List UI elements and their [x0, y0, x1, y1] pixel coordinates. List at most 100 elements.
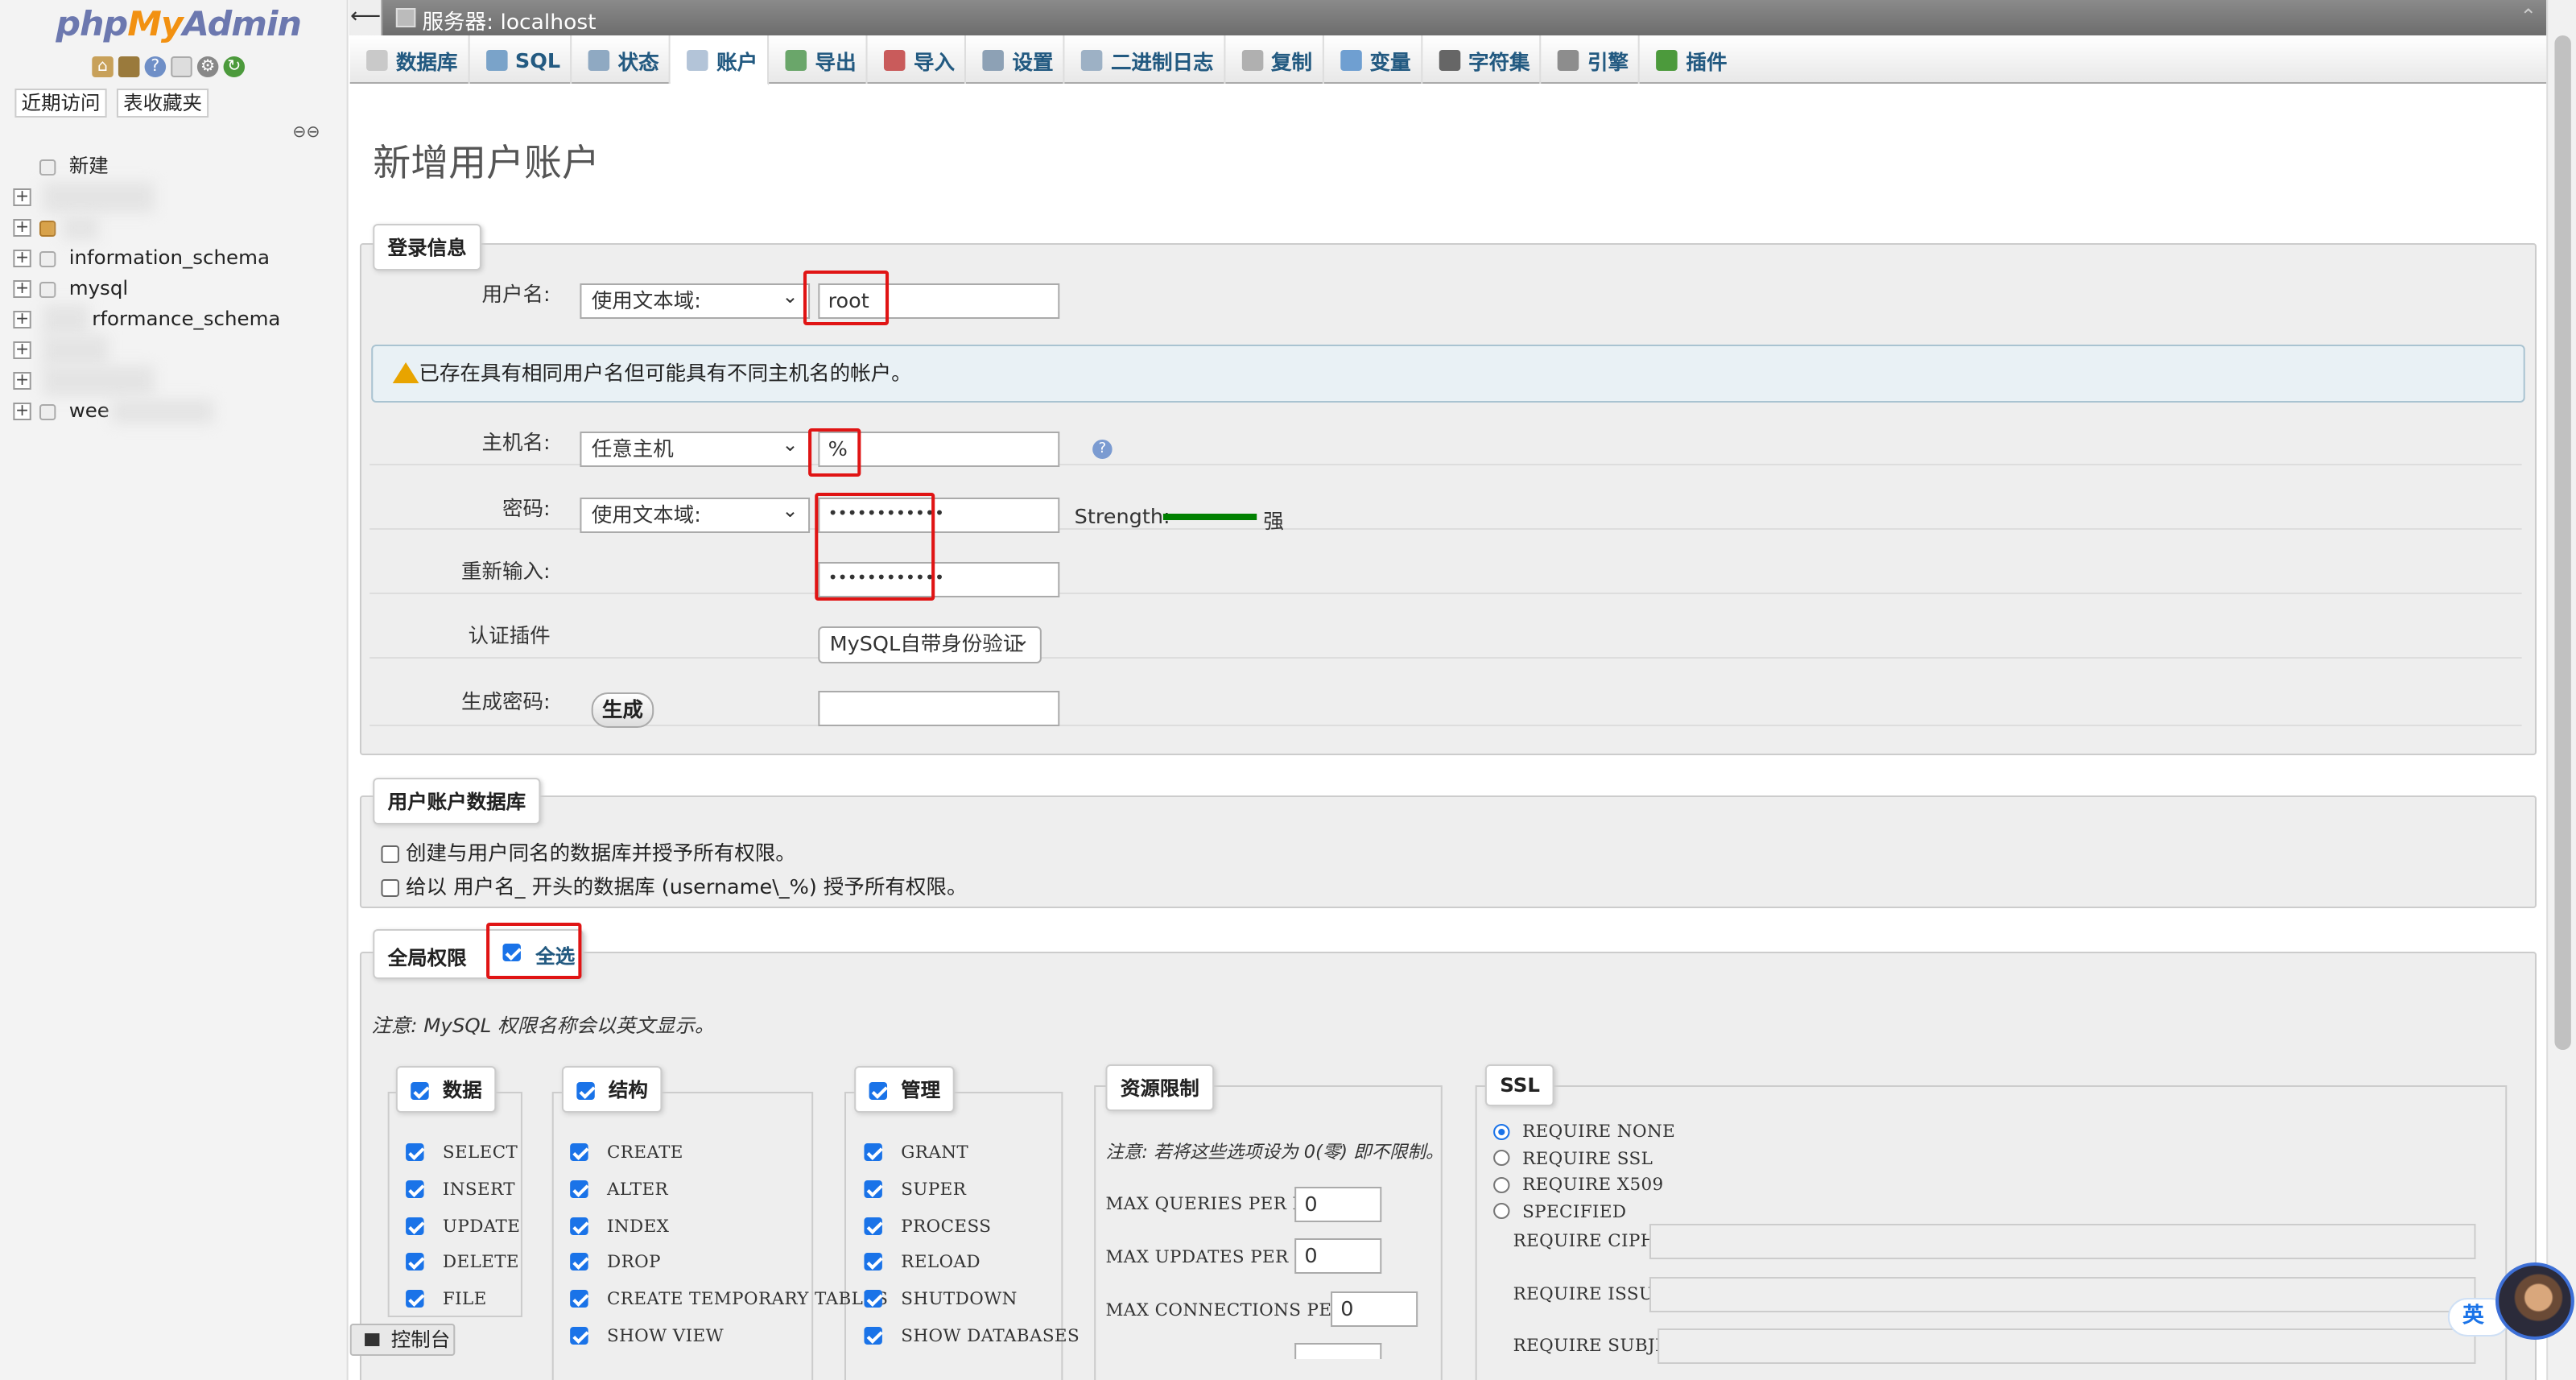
max-user-connections-input[interactable]	[1294, 1343, 1382, 1359]
settings-icon[interactable]: ⚙	[196, 56, 219, 77]
help-icon[interactable]: ?	[144, 56, 167, 77]
tab-replication[interactable]: 复制	[1225, 35, 1324, 84]
privilege-checkbox[interactable]	[570, 1180, 588, 1198]
admin-checkbox[interactable]	[869, 1082, 888, 1100]
privilege-create-temporary-tables[interactable]: CREATE TEMPORARY TABLES	[570, 1282, 888, 1319]
expand-icon[interactable]: +	[13, 219, 31, 237]
tab-databases[interactable]: 数据库	[350, 35, 469, 84]
expand-icon[interactable]: +	[13, 372, 31, 390]
ssl-require-none[interactable]: REQUIRE NONE	[1493, 1119, 1675, 1146]
generated-password-input[interactable]	[818, 691, 1060, 726]
tab-binlog[interactable]: 二进制日志	[1065, 35, 1225, 84]
tree-db-row[interactable]: + information_schema	[13, 243, 341, 274]
reload-icon[interactable]: ↻	[223, 56, 246, 77]
privilege-checkbox[interactable]	[570, 1143, 588, 1161]
privilege-checkbox[interactable]	[406, 1180, 424, 1198]
privilege-process[interactable]: PROCESS	[864, 1209, 1080, 1246]
tree-db-row[interactable]: +	[13, 366, 341, 396]
max-connections-input[interactable]: 0	[1331, 1291, 1418, 1327]
tab-import[interactable]: 导入	[868, 35, 967, 84]
server-name[interactable]: 服务器: localhost	[422, 5, 596, 35]
privilege-update[interactable]: UPDATE	[406, 1209, 520, 1246]
wildcard-db-checkbox[interactable]	[381, 879, 399, 897]
privilege-checkbox[interactable]	[406, 1143, 424, 1161]
ssl-radio[interactable]	[1493, 1203, 1510, 1219]
require-issuer-input[interactable]	[1649, 1277, 2476, 1312]
page-scrollbar[interactable]	[2546, 0, 2576, 1380]
recent-tab[interactable]: 近期访问	[14, 89, 107, 118]
collapse-icon[interactable]: ⌃	[2520, 5, 2537, 27]
wildcard-db-option[interactable]: 给以 用户名_ 开头的数据库 (username\_%) 授予所有权限。	[381, 870, 967, 900]
privilege-delete[interactable]: DELETE	[406, 1246, 520, 1283]
privilege-checkbox[interactable]	[864, 1143, 882, 1161]
privilege-create[interactable]: CREATE	[570, 1135, 888, 1172]
ssl-radio[interactable]	[1493, 1176, 1510, 1192]
max-updates-input[interactable]: 0	[1294, 1238, 1382, 1274]
privilege-checkbox[interactable]	[570, 1326, 588, 1345]
expand-icon[interactable]: +	[13, 188, 31, 206]
database-icon[interactable]	[118, 56, 140, 77]
ssl-radio[interactable]	[1493, 1150, 1510, 1166]
privilege-index[interactable]: INDEX	[570, 1209, 888, 1246]
home-icon[interactable]: ⌂	[92, 56, 114, 77]
require-subject-input[interactable]	[1657, 1328, 2476, 1364]
ssl-specified[interactable]: SPECIFIED	[1493, 1199, 1675, 1225]
ssl-radio[interactable]	[1493, 1123, 1510, 1139]
max-queries-input[interactable]: 0	[1294, 1187, 1382, 1222]
privilege-checkbox[interactable]	[864, 1326, 882, 1345]
tab-engines[interactable]: 引擎	[1542, 35, 1641, 84]
privilege-insert[interactable]: INSERT	[406, 1172, 520, 1209]
privilege-select[interactable]: SELECT	[406, 1135, 520, 1172]
create-db-option[interactable]: 创建与用户同名的数据库并授予所有权限。	[381, 836, 796, 866]
create-db-checkbox[interactable]	[381, 845, 399, 863]
help-icon[interactable]: ?	[1092, 440, 1113, 459]
expand-icon[interactable]: +	[13, 280, 31, 298]
ssl-require-x509[interactable]: REQUIRE X509	[1493, 1172, 1675, 1199]
expand-icon[interactable]: +	[13, 341, 31, 359]
privilege-checkbox[interactable]	[406, 1290, 424, 1308]
tab-status[interactable]: 状态	[572, 35, 671, 84]
privilege-shutdown[interactable]: SHUTDOWN	[864, 1282, 1080, 1319]
privilege-reload[interactable]: RELOAD	[864, 1246, 1080, 1283]
back-arrow-icon[interactable]: ⟵	[349, 0, 383, 35]
privilege-checkbox[interactable]	[406, 1253, 424, 1271]
tree-db-row[interactable]: + wee	[13, 396, 341, 427]
tab-sql[interactable]: SQL	[469, 35, 572, 84]
scrollbar-thumb[interactable]	[2554, 35, 2571, 1050]
username-type-select[interactable]: 使用文本域:	[580, 280, 811, 319]
privilege-alter[interactable]: ALTER	[570, 1172, 888, 1209]
structure-checkbox[interactable]	[576, 1082, 595, 1100]
privilege-grant[interactable]: GRANT	[864, 1135, 1080, 1172]
tree-new[interactable]: 新建	[13, 151, 341, 182]
phpmyadmin-logo[interactable]: phpMyAdmin	[56, 5, 302, 43]
tab-charsets[interactable]: 字符集	[1422, 35, 1542, 84]
avatar[interactable]	[2495, 1262, 2574, 1340]
privilege-checkbox[interactable]	[406, 1217, 424, 1235]
privilege-checkbox[interactable]	[864, 1217, 882, 1235]
privilege-checkbox[interactable]	[570, 1290, 588, 1308]
privilege-checkbox[interactable]	[570, 1217, 588, 1235]
privilege-checkbox[interactable]	[864, 1180, 882, 1198]
privilege-show-view[interactable]: SHOW VIEW	[570, 1319, 888, 1356]
favorites-tab[interactable]: 表收藏夹	[116, 89, 209, 118]
ssl-require-ssl[interactable]: REQUIRE SSL	[1493, 1146, 1675, 1172]
privilege-checkbox[interactable]	[864, 1253, 882, 1271]
privilege-show-databases[interactable]: SHOW DATABASES	[864, 1319, 1080, 1356]
privilege-drop[interactable]: DROP	[570, 1246, 888, 1283]
expand-icon[interactable]: +	[13, 250, 31, 267]
expand-icon[interactable]: +	[13, 403, 31, 420]
data-checkbox[interactable]	[411, 1082, 429, 1100]
host-type-select[interactable]: 任意主机	[580, 428, 811, 467]
tab-plugins[interactable]: 插件	[1640, 35, 1736, 84]
password-type-select[interactable]: 使用文本域:	[580, 494, 811, 533]
privilege-super[interactable]: SUPER	[864, 1172, 1080, 1209]
require-cipher-input[interactable]	[1649, 1224, 2476, 1259]
tree-db-row[interactable]: + mysql	[13, 274, 341, 304]
console-toggle[interactable]: 控制台	[349, 1324, 456, 1356]
tab-settings[interactable]: 设置	[966, 35, 1065, 84]
privilege-file[interactable]: FILE	[406, 1282, 520, 1319]
expand-icon[interactable]: +	[13, 311, 31, 328]
generate-button[interactable]: 生成	[591, 692, 654, 728]
tab-export[interactable]: 导出	[769, 35, 868, 84]
tree-db-row[interactable]: +	[13, 213, 341, 243]
